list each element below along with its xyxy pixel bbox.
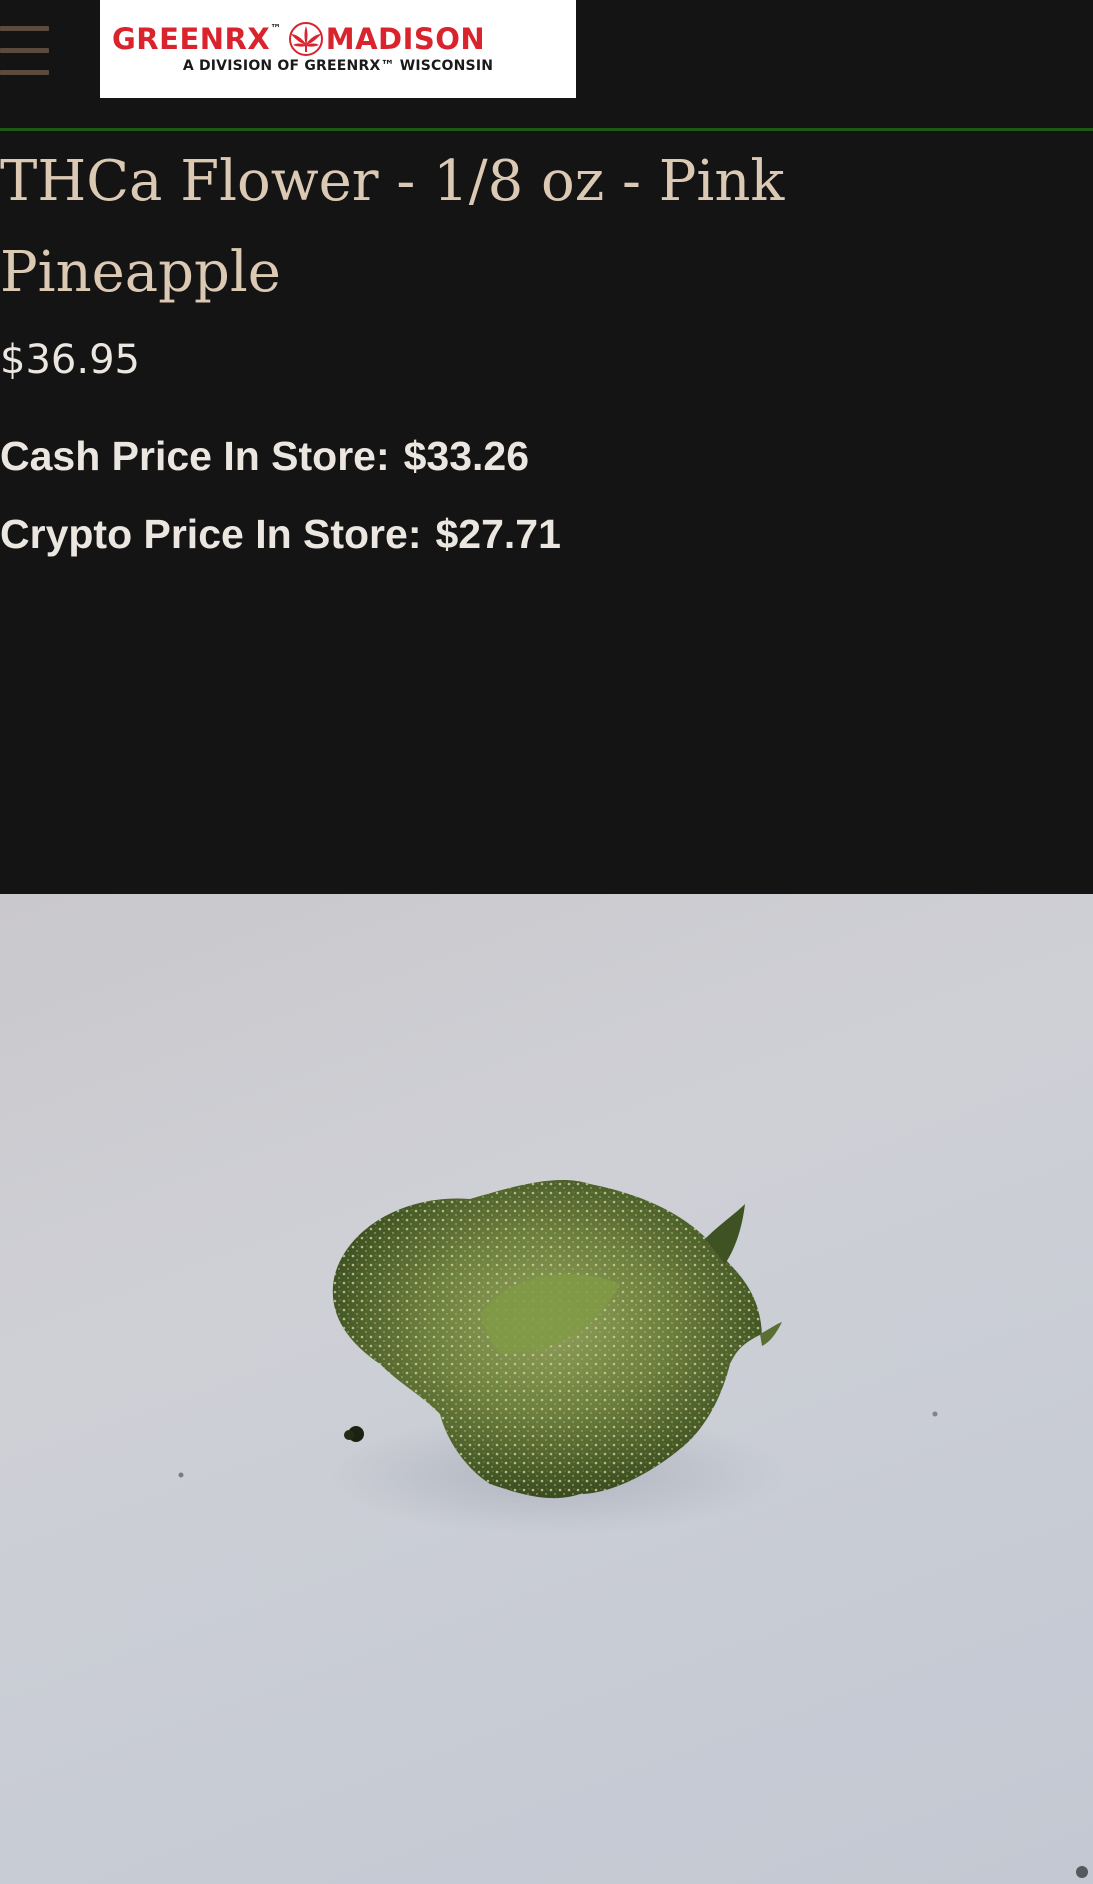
product-title: THCa Flower - 1/8 oz - Pink Pineapple [0, 149, 785, 305]
hamburger-menu-icon[interactable] [0, 26, 50, 76]
cannabis-leaf-icon [286, 22, 326, 56]
cash-price-label: Cash Price In Store: [0, 433, 390, 479]
hamburger-bar [0, 26, 49, 31]
hamburger-bar [0, 48, 49, 53]
product-price: $36.95 [0, 337, 140, 383]
logo-brand: GREENRX [112, 22, 271, 56]
logo-trademark: ™ [270, 22, 282, 35]
cash-price-value: $33.26 [403, 433, 530, 479]
crypto-price-label: Crypto Price In Store: [0, 511, 422, 557]
logo-wordmark: GREENRX™ MADISON [112, 22, 564, 56]
logo-tagline: A DIVISION OF GREENRX™ WISCONSIN [182, 58, 494, 74]
site-header: GREENRX™ MADISON A DIVISION OF GREENRX™ … [0, 0, 1093, 131]
logo-location: MADISON [325, 22, 486, 56]
crypto-price-value: $27.71 [435, 511, 561, 557]
cannabis-flower-bud-photo [178, 1179, 1088, 1878]
product-image[interactable] [0, 894, 1093, 1884]
hamburger-bar [0, 70, 49, 75]
site-logo[interactable]: GREENRX™ MADISON A DIVISION OF GREENRX™ … [100, 0, 576, 98]
cash-price-row: Cash Price In Store: $33.26 [0, 432, 529, 480]
crypto-price-row: Crypto Price In Store: $27.71 [0, 510, 561, 558]
